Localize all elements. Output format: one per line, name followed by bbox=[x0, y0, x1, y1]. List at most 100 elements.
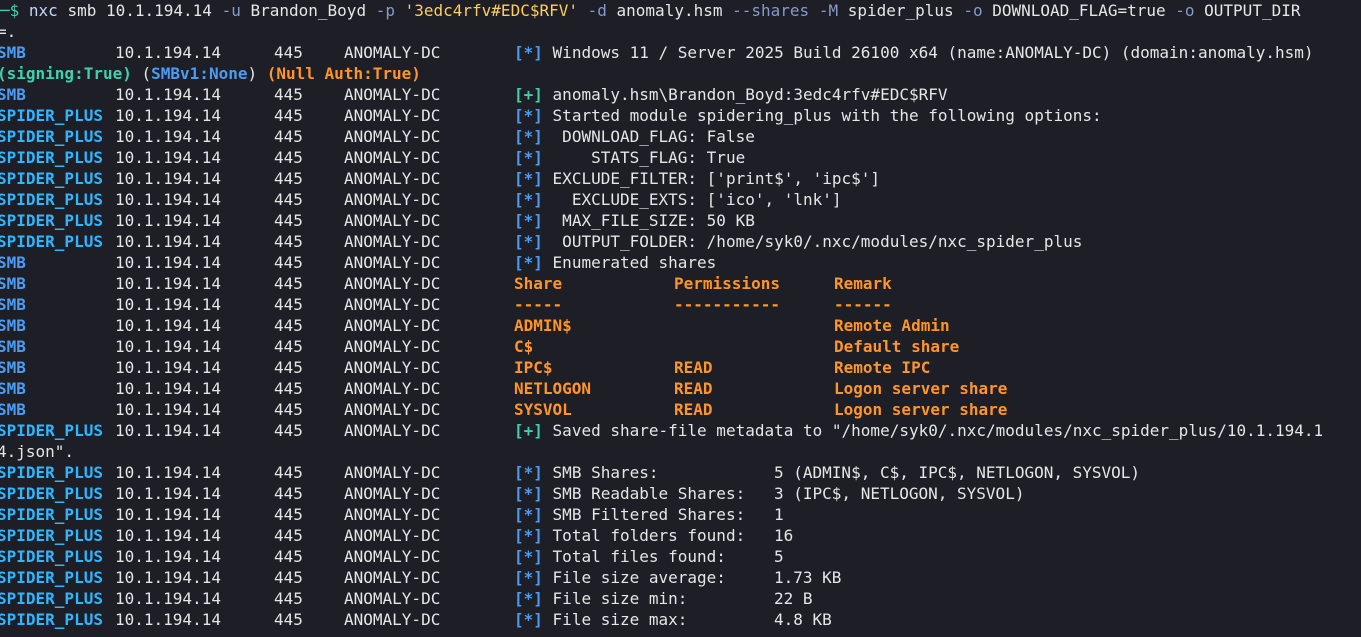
message: [*] File size max: bbox=[514, 609, 687, 630]
message: [+] anomaly.hsm\Brandon_Boyd:3edc4rfv#ED… bbox=[514, 84, 948, 105]
message: [*] File size min: bbox=[514, 588, 687, 609]
info-mark: [*] bbox=[514, 526, 543, 545]
host-ip: 10.1.194.14 bbox=[115, 232, 221, 251]
host-port: 445 bbox=[274, 610, 303, 629]
host-ip: 10.1.194.14 bbox=[115, 526, 221, 545]
host-port: 445 bbox=[274, 421, 303, 440]
signing-flag: (signing:True) bbox=[0, 64, 132, 83]
host-ip: 10.1.194.14 bbox=[115, 568, 221, 587]
flags-line: (signing:True) (SMBv1:None) (Null Auth:T… bbox=[0, 63, 421, 84]
host-port: 445 bbox=[274, 589, 303, 608]
share-underline-row: SMB 10.1.194.14 445 ANOMALY-DC ----- ---… bbox=[0, 294, 1361, 315]
stat-row: SPIDER_PLUS 10.1.194.14 445 ANOMALY-DC [… bbox=[0, 504, 1361, 525]
host-port: 445 bbox=[274, 127, 303, 146]
message: [+] Saved share-file metadata to "/home/… bbox=[514, 420, 1323, 441]
flag-o2: -o bbox=[1175, 1, 1195, 20]
output-line: SPIDER_PLUS 10.1.194.14 445 ANOMALY-DC [… bbox=[0, 105, 1361, 126]
info-mark: [*] bbox=[514, 505, 543, 524]
null-auth-flag: (Null Auth:True) bbox=[266, 64, 421, 83]
host-ip: 10.1.194.14 bbox=[115, 190, 221, 209]
host-ip: 10.1.194.14 bbox=[115, 337, 221, 356]
info-mark: [*] bbox=[514, 106, 543, 125]
stat-value: 4.8 KB bbox=[774, 610, 832, 629]
output-line: SPIDER_PLUS 10.1.194.14 445 ANOMALY-DC [… bbox=[0, 168, 1361, 189]
host-ip: 10.1.194.14 bbox=[115, 316, 221, 335]
table-row: SMB 10.1.194.14 445 ANOMALY-DC ADMIN$ Re… bbox=[0, 315, 1361, 336]
host-port: 445 bbox=[274, 463, 303, 482]
stat-value: 1 bbox=[774, 505, 784, 524]
message: [*] STATS_FLAG: True bbox=[514, 147, 745, 168]
saved-wrap: 4.json". bbox=[0, 442, 75, 461]
host-ip: 10.1.194.14 bbox=[115, 43, 221, 62]
host-name: ANOMALY-DC bbox=[344, 505, 441, 524]
output-line: SPIDER_PLUS 10.1.194.14 445 ANOMALY-DC [… bbox=[0, 147, 1361, 168]
host-port: 445 bbox=[274, 85, 303, 104]
stat-value: 5 (ADMIN$, C$, IPC$, NETLOGON, SYSVOL) bbox=[774, 463, 1141, 482]
host-ip: 10.1.194.14 bbox=[115, 169, 221, 188]
host-ip: 10.1.194.14 bbox=[115, 379, 221, 398]
saved-metadata: Saved share-file metadata to "/home/syk0… bbox=[552, 421, 1324, 440]
host-port: 445 bbox=[274, 505, 303, 524]
host-port: 445 bbox=[274, 316, 303, 335]
proto-label: SMB bbox=[0, 295, 26, 314]
host-ip: 10.1.194.14 bbox=[115, 610, 221, 629]
host-ip: 10.1.194.14 bbox=[115, 211, 221, 230]
proto-label: SPIDER_PLUS bbox=[0, 232, 103, 251]
proto-label: SMB bbox=[0, 400, 26, 419]
host-name: ANOMALY-DC bbox=[344, 106, 441, 125]
output-line: SPIDER_PLUS 10.1.194.14 445 ANOMALY-DC [… bbox=[0, 189, 1361, 210]
host-ip: 10.1.194.14 bbox=[115, 85, 221, 104]
terminal-window[interactable]: ─$ nxc smb 10.1.194.14 -u Brandon_Boyd -… bbox=[0, 0, 1361, 637]
smbv1-flag: SMBv1:None bbox=[151, 64, 248, 83]
message: [*] MAX_FILE_SIZE: 50 KB bbox=[514, 210, 755, 231]
host-port: 445 bbox=[274, 547, 303, 566]
option-output-folder: OUTPUT_FOLDER: /home/syk0/.nxc/modules/n… bbox=[552, 232, 1083, 251]
stat-value: 5 bbox=[774, 547, 784, 566]
proto-label: SPIDER_PLUS bbox=[0, 610, 103, 629]
message: [*] SMB Filtered Shares: bbox=[514, 504, 745, 525]
host-port: 445 bbox=[274, 190, 303, 209]
info-mark: [*] bbox=[514, 127, 543, 146]
share-permission: READ bbox=[674, 400, 713, 419]
output-line: (signing:True) (SMBv1:None) (Null Auth:T… bbox=[0, 63, 1361, 84]
command-program: nxc bbox=[28, 1, 58, 20]
stat-label: Total files found: bbox=[552, 547, 726, 566]
host-ip: 10.1.194.14 bbox=[115, 274, 221, 293]
proto-label: SMB bbox=[0, 43, 26, 62]
stat-row: SPIDER_PLUS 10.1.194.14 445 ANOMALY-DC [… bbox=[0, 609, 1361, 630]
host-name: ANOMALY-DC bbox=[344, 484, 441, 503]
command-line: ─$ nxc smb 10.1.194.14 -u Brandon_Boyd -… bbox=[0, 0, 1361, 21]
stat-value: 1.73 KB bbox=[774, 568, 842, 587]
stat-label: File size max: bbox=[552, 610, 688, 629]
message: [*] Enumerated shares bbox=[514, 252, 716, 273]
output-line: SPIDER_PLUS 10.1.194.14 445 ANOMALY-DC [… bbox=[0, 210, 1361, 231]
host-port: 445 bbox=[274, 484, 303, 503]
host-name: ANOMALY-DC bbox=[344, 547, 441, 566]
host-name: ANOMALY-DC bbox=[344, 43, 441, 62]
host-name: ANOMALY-DC bbox=[344, 169, 441, 188]
share-remark: Logon server share bbox=[834, 379, 1008, 398]
option-stats-flag: STATS_FLAG: True bbox=[552, 148, 746, 167]
command-password: '3edc4rfv#EDC$RFV' bbox=[394, 1, 588, 20]
share-permission: READ bbox=[674, 358, 713, 377]
output-line: SPIDER_PLUS 10.1.194.14 445 ANOMALY-DC [… bbox=[0, 420, 1361, 441]
proto-label: SPIDER_PLUS bbox=[0, 169, 103, 188]
proto-label: SPIDER_PLUS bbox=[0, 526, 103, 545]
share-remark: Remote IPC bbox=[834, 358, 931, 377]
message: [*] DOWNLOAD_FLAG: False bbox=[514, 126, 755, 147]
host-ip: 10.1.194.14 bbox=[115, 505, 221, 524]
info-mark: [*] bbox=[514, 43, 543, 62]
message: [*] SMB Readable Shares: bbox=[514, 483, 745, 504]
host-ip: 10.1.194.14 bbox=[115, 484, 221, 503]
proto-label: SMB bbox=[0, 379, 26, 398]
host-name: ANOMALY-DC bbox=[344, 232, 441, 251]
host-ip: 10.1.194.14 bbox=[115, 253, 221, 272]
command-wrap: =. bbox=[0, 21, 1361, 42]
stat-row: SPIDER_PLUS 10.1.194.14 445 ANOMALY-DC [… bbox=[0, 588, 1361, 609]
table-row: SMB 10.1.194.14 445 ANOMALY-DC C$ Defaul… bbox=[0, 336, 1361, 357]
stat-row: SPIDER_PLUS 10.1.194.14 445 ANOMALY-DC [… bbox=[0, 483, 1361, 504]
host-name: ANOMALY-DC bbox=[344, 610, 441, 629]
host-port: 445 bbox=[274, 43, 303, 62]
enumerated-shares: Enumerated shares bbox=[552, 253, 717, 272]
